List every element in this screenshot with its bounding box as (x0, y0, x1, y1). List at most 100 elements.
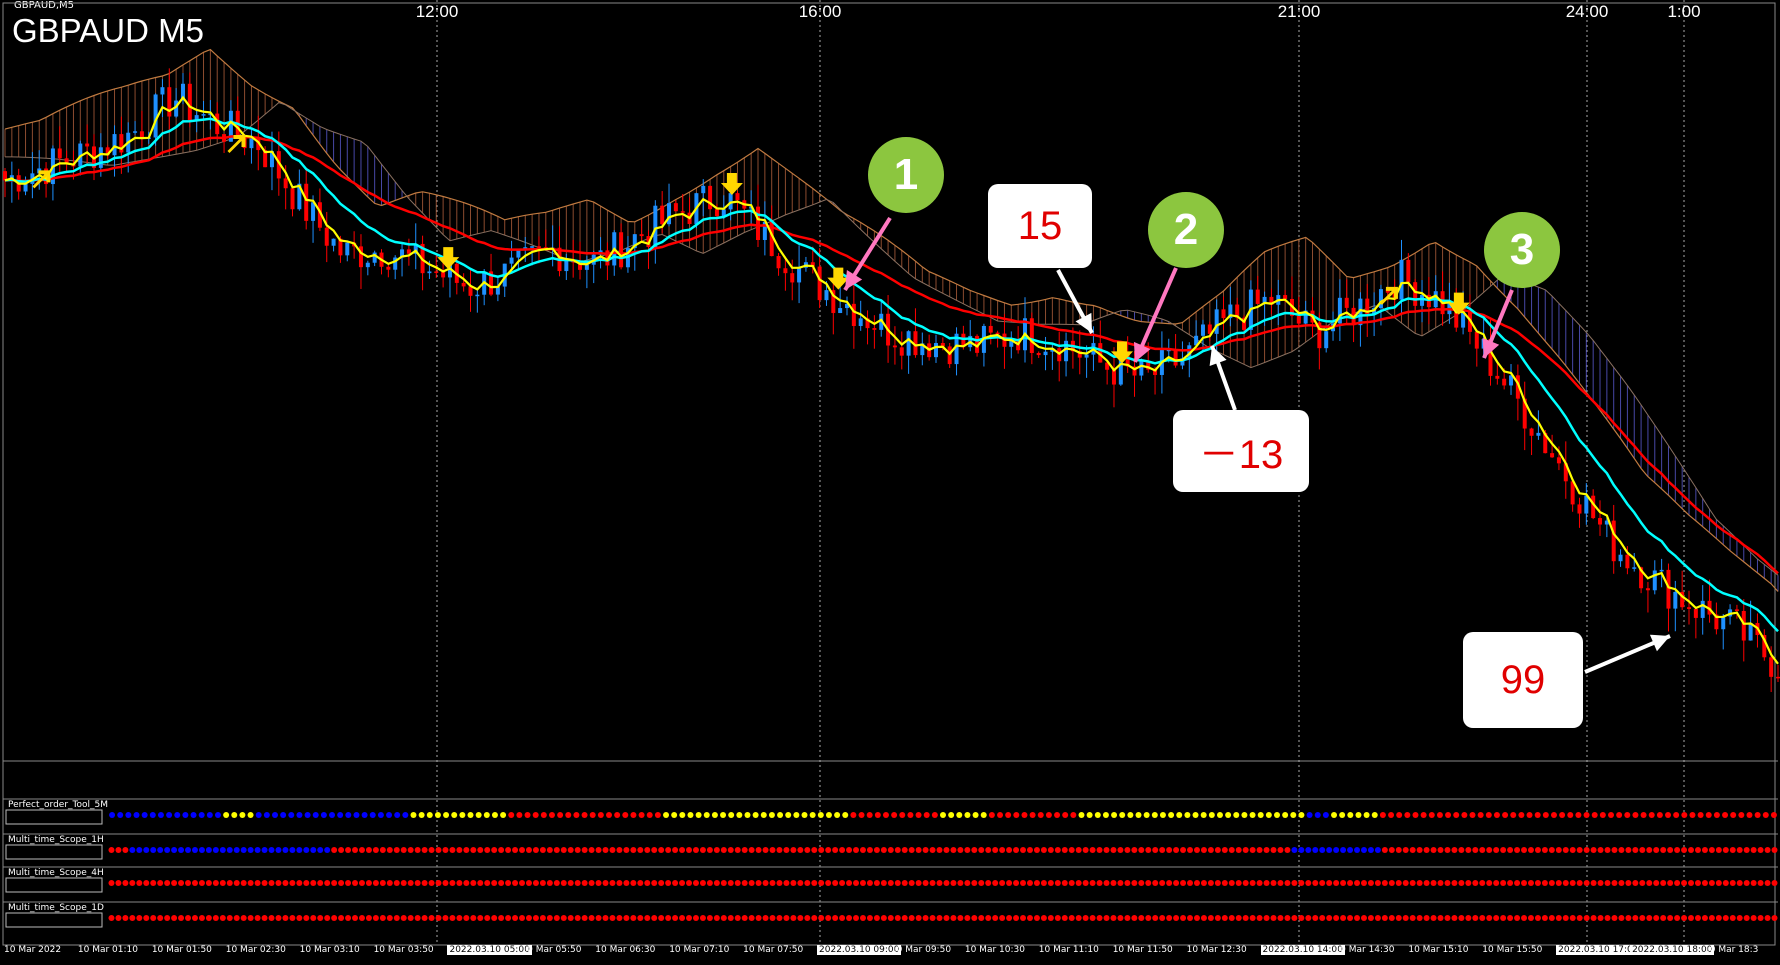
bull-candle (824, 290, 829, 301)
bull-candle (133, 131, 138, 133)
indicator-dot (157, 880, 164, 886)
indicator-dot (393, 880, 400, 886)
indicator-dot (957, 915, 964, 921)
indicator-dot (630, 812, 637, 818)
indicator-dot (1715, 880, 1722, 886)
indicator-dot (1479, 915, 1486, 921)
indicator-dot (268, 847, 275, 853)
indicator-dot (1374, 880, 1381, 886)
indicator-dot (1326, 915, 1333, 921)
indicator-dot (1764, 915, 1771, 921)
indicator-dot (1061, 880, 1068, 886)
indicator-dot (964, 915, 971, 921)
indicator-dot (1660, 915, 1667, 921)
indicator-dot (638, 812, 645, 818)
indicator-dot (882, 812, 889, 818)
indicator-dot (1567, 812, 1574, 818)
indicator-dot (790, 847, 797, 853)
indicator-dot (418, 812, 425, 818)
indicator-dot (755, 847, 762, 853)
indicator-dot (929, 847, 936, 853)
bear-candle (1529, 428, 1534, 436)
indicator-dot (1681, 915, 1688, 921)
indicator-dot (1270, 847, 1277, 853)
indicator-dot (1151, 812, 1158, 818)
top-time-label: 24:00 (1565, 2, 1609, 21)
indicator-dot (703, 812, 710, 818)
indicator-dot (797, 880, 804, 886)
bull-candle (160, 87, 165, 95)
indicator-dot (1326, 880, 1333, 886)
indicator-dot (589, 812, 596, 818)
indicator-dot (546, 847, 553, 853)
indicator-dot (226, 880, 233, 886)
indicator-dot (1616, 812, 1623, 818)
indicator-dot (687, 812, 694, 818)
indicator-dot (637, 915, 644, 921)
indicator-dot (1228, 915, 1235, 921)
indicator-dot (1089, 847, 1096, 853)
indicator-pane-label: Multi_time_Scope_4H (8, 868, 104, 878)
indicator-dot (602, 880, 609, 886)
indicator-dot (679, 915, 686, 921)
indicator-dot (400, 915, 407, 921)
indicator-dot (1701, 915, 1708, 921)
indicator-dot (136, 915, 143, 921)
indicator-dot (435, 880, 442, 886)
indicator-dot (630, 847, 637, 853)
indicator-dot (1187, 880, 1194, 886)
indicator-dot (410, 812, 417, 818)
indicator-dot (1235, 847, 1242, 853)
indicator-dot (1263, 915, 1270, 921)
indicator-dot (907, 812, 914, 818)
indicator-dot (699, 880, 706, 886)
indicator-dot (1381, 880, 1388, 886)
indicator-dot (338, 880, 345, 886)
indicator-dot (553, 915, 560, 921)
bottom-time-label: 2022.03.10 05:00 (447, 945, 532, 955)
indicator-dot (1534, 847, 1541, 853)
indicator-dot (519, 880, 526, 886)
indicator-dot (372, 915, 379, 921)
indicator-dot (672, 880, 679, 886)
indicator-dot (1013, 847, 1020, 853)
indicator-dot (532, 880, 539, 886)
indicator-dot (1409, 847, 1416, 853)
indicator-dot (512, 847, 519, 853)
indicator-dot (1263, 880, 1270, 886)
indicator-dot (1451, 915, 1458, 921)
indicator-dot (1477, 812, 1484, 818)
indicator-dot (783, 915, 790, 921)
indicator-dot (1152, 847, 1159, 853)
indicator-dot (1381, 915, 1388, 921)
indicator-dot (1152, 915, 1159, 921)
indicator-dot (748, 847, 755, 853)
indicator-dot (358, 880, 365, 886)
indicator-dot (595, 880, 602, 886)
indicator-dot (859, 847, 866, 853)
indicator-dot (1221, 880, 1228, 886)
indicator-dot (231, 812, 238, 818)
indicator-dot (365, 880, 372, 886)
indicator-dot (1653, 915, 1660, 921)
indicator-dot (212, 915, 219, 921)
indicator-dot (651, 880, 658, 886)
indicator-dot (1233, 812, 1240, 818)
indicator-dot (891, 812, 898, 818)
indicator-dot (741, 847, 748, 853)
indicator-dot (1319, 847, 1326, 853)
indicator-dot (171, 915, 178, 921)
indicator-dot (331, 880, 338, 886)
indicator-dot (484, 880, 491, 886)
indicator-dot (519, 847, 526, 853)
bear-candle (290, 188, 295, 210)
indicator-dot (352, 915, 359, 921)
indicator-dot (1388, 915, 1395, 921)
bull-candle (1721, 616, 1726, 630)
indicator-dot (1694, 880, 1701, 886)
indicator-dot (1068, 847, 1075, 853)
bull-candle (1064, 340, 1069, 362)
indicator-dot (623, 880, 630, 886)
indicator-dot (1694, 847, 1701, 853)
indicator-dot (1020, 847, 1027, 853)
